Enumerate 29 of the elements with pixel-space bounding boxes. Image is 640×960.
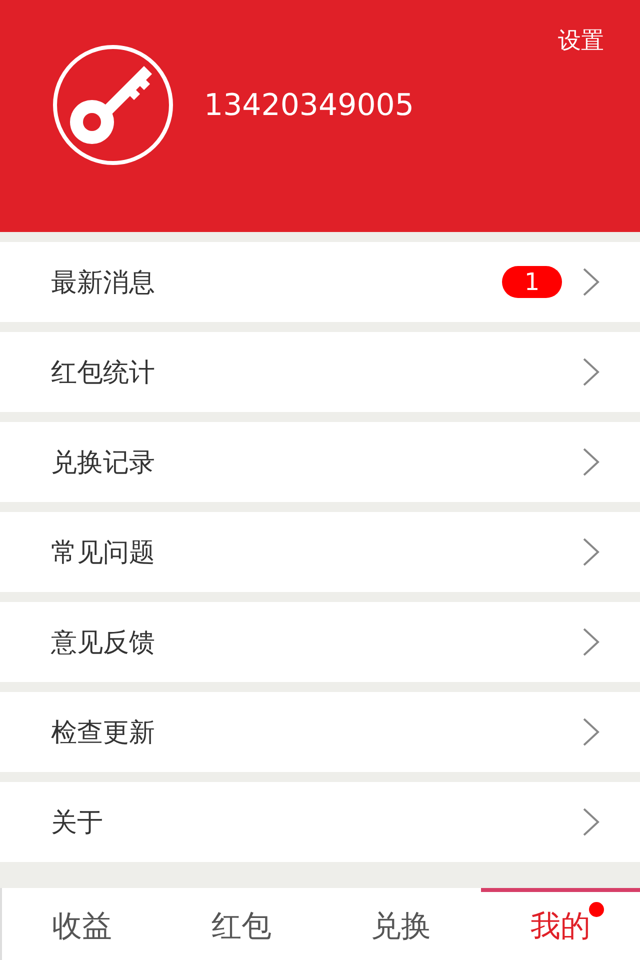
count-badge: 1 xyxy=(502,266,562,298)
menu-label: 最新消息 xyxy=(51,266,156,300)
settings-link[interactable]: 设置 xyxy=(558,26,604,56)
phone-number: 13420349005 xyxy=(204,88,414,122)
chevron-icon xyxy=(582,717,600,747)
chevron-icon xyxy=(582,357,600,387)
menu-label: 检查更新 xyxy=(51,716,156,750)
menu-item[interactable]: 意见反馈 xyxy=(0,602,640,682)
chevron-icon xyxy=(582,807,600,837)
tab[interactable]: 红包 xyxy=(162,888,321,960)
menu-label: 意见反馈 xyxy=(51,626,156,660)
menu-item[interactable]: 常见问题 xyxy=(0,512,640,592)
tab[interactable]: 兑换 xyxy=(321,888,480,960)
key-icon xyxy=(52,44,174,166)
chevron-icon xyxy=(582,537,600,567)
menu-item[interactable]: 最新消息 1 xyxy=(0,242,640,322)
menu-item[interactable]: 兑换记录 xyxy=(0,422,640,502)
menu-item[interactable]: 检查更新 xyxy=(0,692,640,772)
menu-label: 兑换记录 xyxy=(51,446,156,480)
menu-item[interactable]: 关于 xyxy=(0,782,640,862)
tab[interactable]: 我的 xyxy=(480,888,640,960)
menu-label: 关于 xyxy=(51,806,104,840)
chevron-icon xyxy=(582,447,600,477)
menu-label: 常见问题 xyxy=(51,536,156,570)
menu-label: 红包统计 xyxy=(51,356,156,390)
chevron-icon xyxy=(582,267,600,297)
chevron-icon xyxy=(582,627,600,657)
menu-item[interactable]: 红包统计 xyxy=(0,332,640,412)
tab[interactable]: 收益 xyxy=(2,888,162,960)
